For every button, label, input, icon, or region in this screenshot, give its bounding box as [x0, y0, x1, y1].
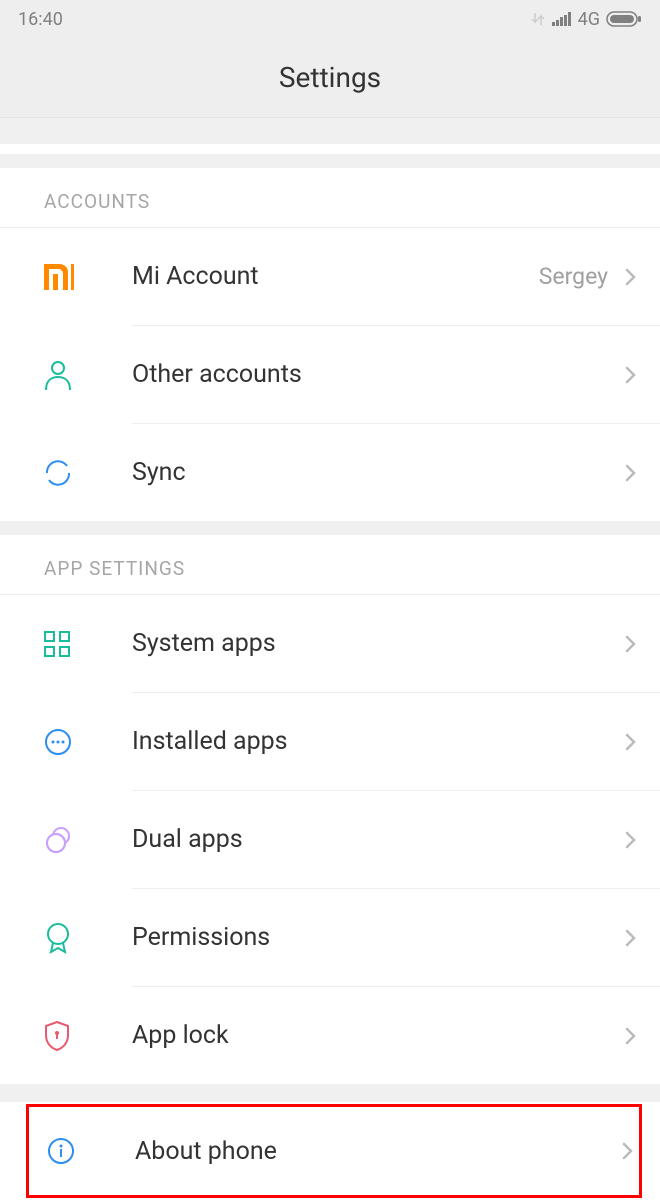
- row-label: App lock: [132, 1021, 620, 1050]
- row-label: Installed apps: [132, 727, 620, 756]
- chevron-right-icon: [620, 731, 642, 753]
- chevron-right-icon: [617, 1140, 639, 1162]
- section-app-settings: APP SETTINGS System apps Installed apps: [0, 535, 660, 1084]
- shield-lock-icon: [44, 1021, 70, 1051]
- info-icon: [47, 1137, 75, 1165]
- data-icon: [530, 11, 546, 27]
- chevron-right-icon: [620, 462, 642, 484]
- person-icon: [44, 360, 72, 390]
- row-dual-apps[interactable]: Dual apps: [0, 791, 660, 888]
- dots-circle-icon: [44, 728, 72, 756]
- row-sync[interactable]: Sync: [0, 424, 660, 521]
- signal-icon: [552, 12, 572, 26]
- row-permissions[interactable]: Permissions: [0, 889, 660, 986]
- section-header-accounts: ACCOUNTS: [0, 168, 660, 228]
- status-indicators: 4G: [530, 9, 642, 30]
- row-label: Sync: [132, 458, 620, 487]
- chevron-right-icon: [620, 633, 642, 655]
- row-label: About phone: [135, 1137, 617, 1166]
- status-bar: 16:40 4G: [0, 0, 660, 38]
- row-label: System apps: [132, 629, 620, 658]
- battery-icon: [606, 11, 642, 27]
- page-header: Settings: [0, 38, 660, 118]
- row-value: Sergey: [539, 263, 608, 290]
- section-header-app-settings: APP SETTINGS: [0, 535, 660, 595]
- row-label: Dual apps: [132, 825, 620, 854]
- row-system-apps[interactable]: System apps: [0, 595, 660, 692]
- section-about: About phone: [0, 1102, 660, 1200]
- row-about-phone[interactable]: About phone: [29, 1107, 639, 1195]
- grid-icon: [44, 631, 70, 657]
- highlight-annotation: About phone: [26, 1104, 642, 1198]
- chevron-right-icon: [620, 364, 642, 386]
- chevron-right-icon: [620, 1025, 642, 1047]
- network-label: 4G: [578, 9, 600, 30]
- row-other-accounts[interactable]: Other accounts: [0, 326, 660, 423]
- mi-logo-icon: [44, 264, 74, 290]
- chevron-right-icon: [620, 266, 642, 288]
- badge-icon: [44, 922, 72, 954]
- row-label: Permissions: [132, 923, 620, 952]
- row-mi-account[interactable]: Mi Account Sergey: [0, 228, 660, 325]
- row-label: Mi Account: [132, 262, 539, 291]
- page-title: Settings: [279, 61, 381, 94]
- sync-icon: [44, 459, 72, 487]
- status-time: 16:40: [18, 9, 63, 30]
- row-app-lock[interactable]: App lock: [0, 987, 660, 1084]
- row-label: Other accounts: [132, 360, 620, 389]
- row-installed-apps[interactable]: Installed apps: [0, 693, 660, 790]
- dual-circles-icon: [44, 826, 74, 854]
- chevron-right-icon: [620, 829, 642, 851]
- chevron-right-icon: [620, 927, 642, 949]
- section-accounts: ACCOUNTS Mi Account Sergey Other account…: [0, 168, 660, 521]
